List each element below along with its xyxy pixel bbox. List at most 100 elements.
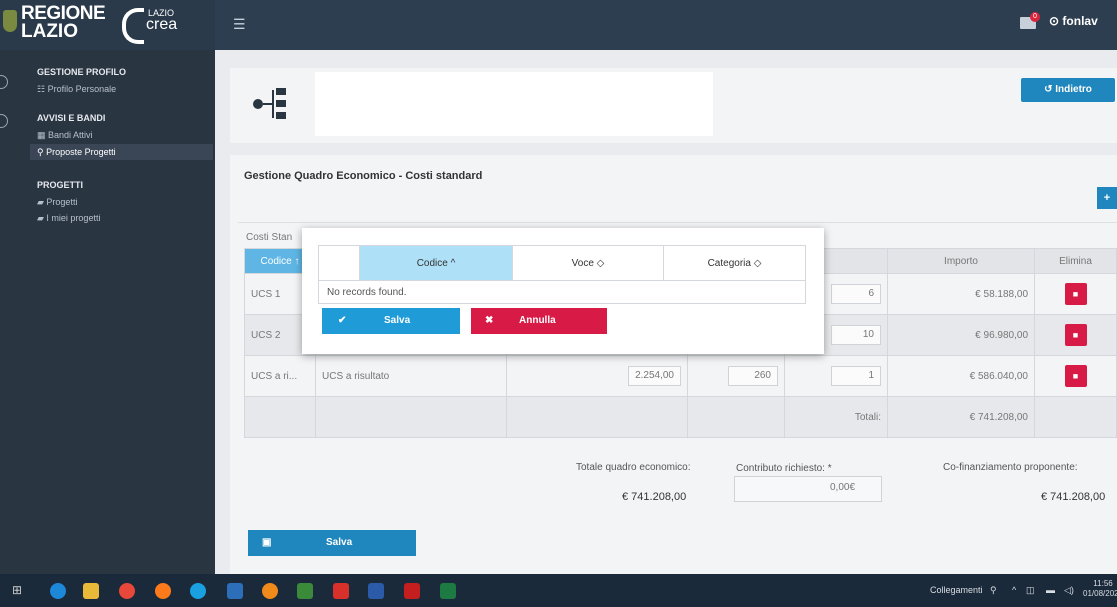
- total-value: € 741.208,00: [887, 396, 1035, 438]
- sidebar-item-profilo-personale[interactable]: ☷ Profilo Personale: [37, 84, 116, 95]
- sidebar-item-miei-progetti[interactable]: ▰ I miei progetti: [37, 213, 100, 224]
- app-icon[interactable]: [262, 583, 278, 599]
- dialog-col-select[interactable]: [318, 245, 360, 281]
- floppy-icon: ▣: [262, 537, 272, 548]
- dialog-cancel-button[interactable]: ✖ Annulla: [471, 308, 607, 334]
- qty-input[interactable]: 10: [831, 325, 881, 345]
- contributo-input[interactable]: [734, 476, 882, 502]
- section-label: Costi Stan: [246, 232, 293, 243]
- network-icon[interactable]: ◫: [1026, 585, 1035, 596]
- notification-badge: 0: [1030, 12, 1040, 22]
- top-bar: REGIONE LAZIO LAZIO crea ☰ 0 ⊙ fonlav: [0, 0, 1117, 50]
- trash-icon: ■: [1072, 289, 1079, 299]
- app-icon[interactable]: [227, 583, 243, 599]
- contributo-value: 0,00€: [830, 482, 856, 493]
- cell-importo: € 586.040,00: [887, 355, 1035, 397]
- acrobat-icon[interactable]: [404, 583, 420, 599]
- folder-icon: ▰: [37, 197, 47, 207]
- undo-icon: ↺: [1044, 84, 1056, 95]
- table-row: UCS a ri... UCS a risultato 2.254,00 260…: [244, 355, 1117, 397]
- cell-importo: € 96.980,00: [887, 314, 1035, 356]
- save-button[interactable]: ▣ Salva: [248, 530, 416, 556]
- chrome-icon[interactable]: [119, 583, 135, 599]
- clock-time: 11:56: [1093, 579, 1113, 588]
- file-explorer-icon[interactable]: [83, 583, 99, 599]
- dialog-save-button[interactable]: ✔ Salva: [322, 308, 460, 334]
- cell-c1: 2.254,00: [506, 355, 688, 397]
- cofinanziamento-label: Co-finanziamento proponente:: [943, 462, 1078, 473]
- sidebar-group-profilo: GESTIONE PROFILO: [37, 67, 127, 77]
- excel-icon[interactable]: [440, 583, 456, 599]
- delete-button[interactable]: ■: [1064, 324, 1087, 346]
- add-button[interactable]: +: [1097, 187, 1117, 209]
- regione-lazio-logo[interactable]: REGIONE LAZIO LAZIO crea: [0, 0, 215, 50]
- cell-elimina: ■: [1034, 355, 1117, 397]
- qty-input[interactable]: 1: [831, 366, 881, 386]
- chevron-up-icon[interactable]: ^: [1012, 585, 1016, 595]
- sidebar-item-proposte-progetti[interactable]: ⚲ Proposte Progetti: [30, 144, 213, 160]
- total-label: Totali:: [784, 396, 888, 438]
- folder-icon: ▰: [37, 213, 47, 223]
- totals-row: Totali: € 741.208,00: [244, 396, 1117, 438]
- empty-message: No records found.: [318, 280, 806, 304]
- sidebar: GESTIONE PROFILO ☷ Profilo Personale AVV…: [0, 50, 215, 574]
- cell-elimina: ■: [1034, 273, 1117, 315]
- edge-icon[interactable]: [50, 583, 66, 599]
- dialog-col-categoria[interactable]: Categoria ◇: [663, 245, 806, 281]
- trash-icon: ■: [1072, 330, 1079, 340]
- dialog-col-codice[interactable]: Codice ^: [359, 245, 513, 281]
- trash-icon: ■: [1072, 371, 1079, 381]
- qty-input[interactable]: 6: [831, 284, 881, 304]
- cell-c2: 260: [687, 355, 785, 397]
- dialog-col-voce[interactable]: Voce ◇: [512, 245, 664, 281]
- sidebar-group-progetti: PROGETTI: [37, 180, 84, 190]
- users-icon: ☷: [37, 84, 48, 94]
- dialog-table: Codice ^ Voce ◇ Categoria ◇ No records f…: [318, 245, 806, 304]
- cofinanziamento-value: € 741.208,00: [1041, 491, 1106, 503]
- pin-icon: ⚲: [37, 147, 47, 157]
- hours-input[interactable]: 260: [728, 366, 778, 386]
- task-view-icon[interactable]: ⊞: [12, 583, 28, 599]
- col-elimina: Elimina: [1034, 248, 1117, 274]
- chrome-active-icon[interactable]: [297, 583, 313, 599]
- logo-line2: LAZIO: [21, 21, 78, 42]
- volume-icon[interactable]: ◁): [1064, 585, 1074, 596]
- back-button[interactable]: ↺ Indietro: [1021, 78, 1115, 102]
- clock-date: 01/08/2023: [1083, 589, 1117, 598]
- clock[interactable]: 11:56 01/08/2023: [1083, 579, 1117, 599]
- sidebar-edge-icon: [0, 114, 8, 128]
- app-icon[interactable]: [333, 583, 349, 599]
- col-importo: Importo: [887, 248, 1035, 274]
- user-menu[interactable]: ⊙ fonlav: [1049, 14, 1098, 28]
- contributo-label: Contributo richiesto: *: [736, 463, 832, 474]
- cost-input[interactable]: 2.254,00: [628, 366, 681, 386]
- sidebar-item-progetti[interactable]: ▰ Progetti: [37, 197, 77, 208]
- people-icon[interactable]: ⚲: [990, 585, 997, 596]
- battery-icon[interactable]: ▬: [1046, 585, 1055, 595]
- org-chart-icon: [253, 88, 286, 119]
- skype-icon[interactable]: [190, 583, 206, 599]
- cell-qty: 1: [784, 355, 888, 397]
- sidebar-edge-icon: [0, 75, 8, 89]
- user-icon: ⊙: [1049, 14, 1060, 28]
- cell-codice: UCS a ri...: [244, 355, 316, 397]
- firefox-icon[interactable]: [155, 583, 171, 599]
- cell-elimina: ■: [1034, 314, 1117, 356]
- cell-voce: UCS a risultato: [315, 355, 507, 397]
- user-name: fonlav: [1062, 14, 1098, 28]
- menu-toggle-icon[interactable]: ☰: [233, 16, 247, 32]
- swoosh-icon: [122, 8, 144, 44]
- close-icon: ✖: [485, 315, 494, 326]
- links-toolbar[interactable]: Collegamenti: [930, 585, 983, 595]
- sidebar-item-bandi-attivi[interactable]: ▦ Bandi Attivi: [37, 130, 93, 141]
- logo-sub2: crea: [146, 16, 178, 33]
- delete-button[interactable]: ■: [1064, 283, 1087, 305]
- page-title: Gestione Quadro Economico - Costi standa…: [244, 170, 483, 182]
- delete-button[interactable]: ■: [1064, 365, 1087, 387]
- sidebar-group-avvisi: AVVISI E BANDI: [37, 113, 106, 123]
- redacted-title-area: [315, 72, 713, 136]
- crest-icon: [3, 10, 17, 32]
- word-icon[interactable]: [368, 583, 384, 599]
- grid-icon: ▦: [37, 130, 49, 140]
- windows-taskbar: ⊞ Collegamenti ⚲ ^ ◫ ▬ ◁) 11:56 01/08/20…: [0, 574, 1117, 607]
